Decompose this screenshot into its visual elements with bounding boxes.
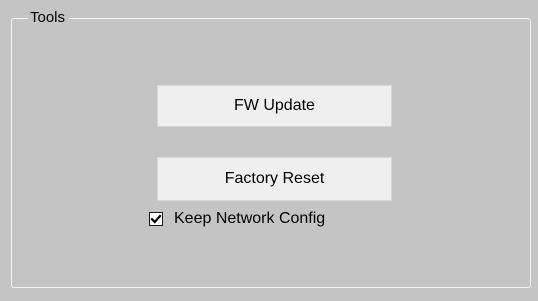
tools-group-title: Tools bbox=[28, 9, 70, 27]
fw-update-button[interactable]: FW Update bbox=[157, 85, 392, 127]
tools-groupbox bbox=[11, 18, 531, 288]
factory-reset-button[interactable]: Factory Reset bbox=[157, 157, 392, 201]
keep-network-config-label: Keep Network Config bbox=[174, 210, 326, 227]
keep-network-config-option[interactable]: Keep Network Config bbox=[149, 209, 325, 229]
checkmark-icon bbox=[150, 214, 162, 224]
keep-network-config-checkbox[interactable] bbox=[149, 212, 163, 226]
